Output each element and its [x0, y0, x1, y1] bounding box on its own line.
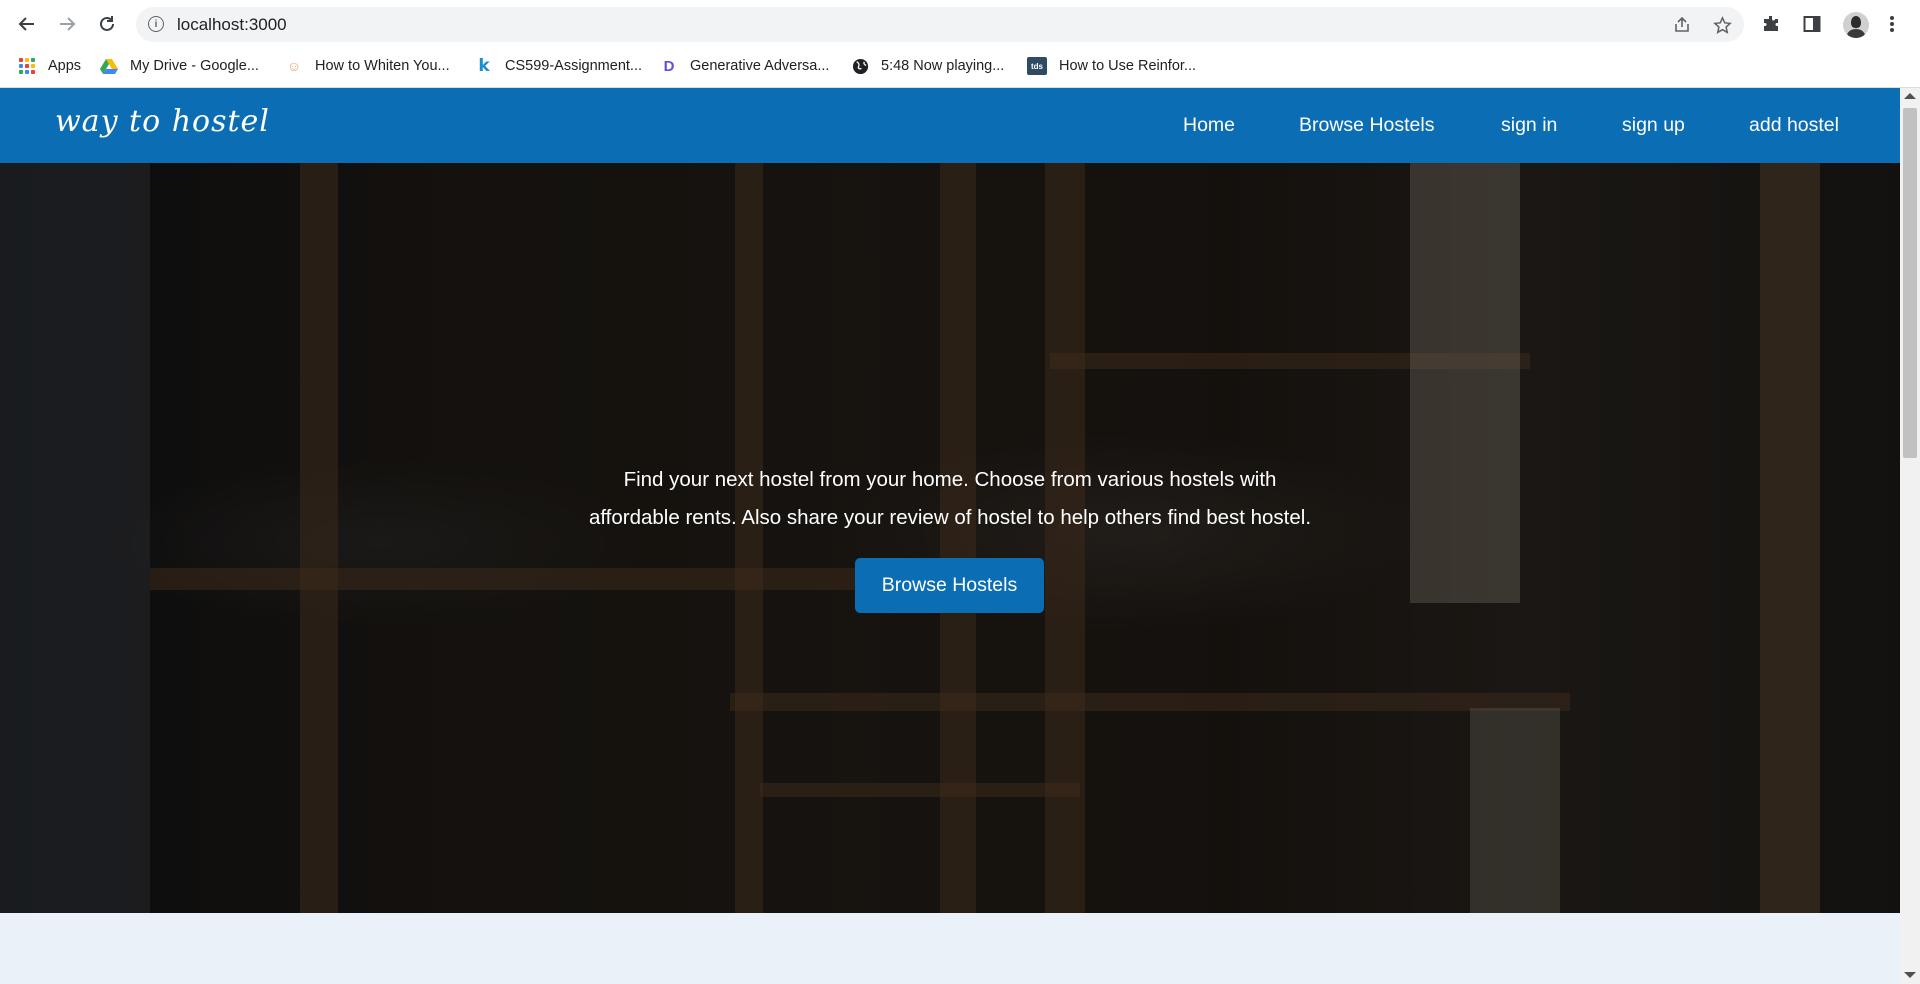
bookmark-my-drive[interactable]: My Drive - Google...: [100, 54, 259, 78]
star-icon[interactable]: [1711, 14, 1733, 36]
bookmark-cs599[interactable]: k CS599-Assignment...: [475, 54, 642, 78]
bookmark-label: 5:48 Now playing...: [881, 58, 1005, 74]
bookmark-apps[interactable]: Apps: [18, 54, 81, 78]
bookmark-label: My Drive - Google...: [130, 58, 259, 74]
scroll-up-arrow-icon[interactable]: [1904, 93, 1916, 99]
bookmark-generative[interactable]: D Generative Adversa...: [660, 54, 830, 78]
nav-add-hostel-link[interactable]: add hostel: [1749, 114, 1839, 137]
nav-sign-up-link[interactable]: sign up: [1622, 114, 1685, 137]
hero-tagline-line-2: affordable rents. Also share your review…: [588, 506, 1312, 529]
bookmark-label: Generative Adversa...: [690, 58, 830, 74]
bookmark-label: How to Use Reinfor...: [1059, 58, 1196, 74]
dd-favicon: D: [663, 57, 675, 75]
bookmark-label: How to Whiten You...: [315, 58, 450, 74]
back-arrow-icon[interactable]: [13, 10, 41, 38]
bookmark-now-playing[interactable]: 5:48 Now playing...: [851, 54, 1004, 78]
bookmark-label: Apps: [48, 58, 82, 74]
apps-grid-icon: [18, 57, 36, 75]
site-favicon: ☺: [286, 58, 302, 74]
hero-tagline: Find your next hostel from your home. Ch…: [520, 461, 1380, 537]
bookmark-reinforcement[interactable]: tds How to Use Reinfor...: [1027, 54, 1196, 78]
bookmarks-bar: Apps My Drive - Google... ☺ How to White…: [0, 50, 1920, 82]
tds-favicon: tds: [1027, 57, 1047, 75]
nav-sign-in-link[interactable]: sign in: [1501, 114, 1557, 137]
bookmark-label: CS599-Assignment...: [505, 58, 643, 74]
page-scrollbar[interactable]: [1900, 88, 1920, 984]
address-bar[interactable]: i localhost:3000: [136, 7, 1744, 42]
page-viewport: way to hostel Home Browse Hostels sign i…: [0, 88, 1920, 984]
browser-chrome: i localhost:3000 Apps My Drive - Google.…: [0, 0, 1920, 88]
nav-browse-hostels-link[interactable]: Browse Hostels: [1299, 114, 1434, 137]
reload-icon[interactable]: [93, 10, 121, 38]
google-drive-icon: [100, 57, 118, 75]
site-brand-logo[interactable]: way to hostel: [55, 104, 270, 139]
forward-arrow-icon[interactable]: [53, 10, 81, 38]
site-navbar: way to hostel Home Browse Hostels sign i…: [0, 88, 1900, 163]
k-favicon: k: [478, 56, 490, 76]
browse-hostels-button[interactable]: Browse Hostels: [855, 558, 1044, 613]
share-icon[interactable]: [1671, 14, 1693, 36]
globe-icon: [851, 57, 869, 75]
more-menu-icon[interactable]: [1880, 12, 1904, 36]
side-panel-icon[interactable]: [1800, 12, 1824, 36]
url-text[interactable]: localhost:3000: [177, 15, 287, 35]
nav-home-link[interactable]: Home: [1183, 114, 1235, 137]
bookmark-whiten[interactable]: ☺ How to Whiten You...: [285, 54, 450, 78]
hero-section: Find your next hostel from your home. Ch…: [0, 163, 1900, 913]
info-icon[interactable]: i: [148, 16, 164, 32]
browser-toolbar: i localhost:3000: [0, 0, 1920, 48]
profile-avatar[interactable]: [1843, 12, 1869, 38]
scrollbar-thumb[interactable]: [1903, 108, 1917, 458]
hero-content: Find your next hostel from your home. Ch…: [0, 163, 1900, 913]
hero-tagline-line-1: Find your next hostel from your home. Ch…: [623, 468, 1277, 491]
scroll-down-arrow-icon[interactable]: [1904, 972, 1916, 978]
extensions-icon[interactable]: [1759, 12, 1783, 36]
